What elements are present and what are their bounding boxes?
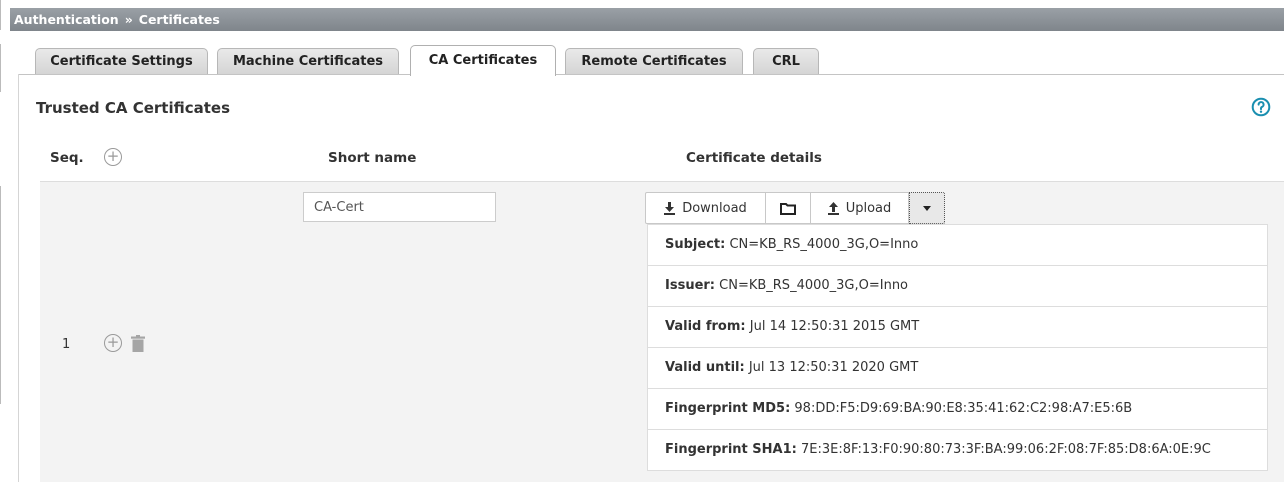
certificate-actions: Download Upload: [645, 192, 945, 224]
detail-fingerprint-sha1: Fingerprint SHA1: 7E:3E:8F:13:F0:90:80:7…: [648, 429, 1267, 470]
caret-down-icon: [923, 205, 931, 211]
detail-value: CN=KB_RS_4000_3G,O=Inno: [719, 278, 909, 293]
detail-valid-until: Valid until: Jul 13 12:50:31 2020 GMT: [648, 347, 1267, 388]
section-title: Trusted CA Certificates: [36, 99, 231, 117]
column-header-short-name: Short name: [328, 150, 417, 166]
detail-valid-from: Valid from: Jul 14 12:50:31 2015 GMT: [648, 306, 1267, 347]
tab-panel-left-border: [18, 74, 19, 482]
insert-row-icon[interactable]: +: [104, 334, 122, 352]
tab-machine-certificates[interactable]: Machine Certificates: [217, 48, 399, 75]
breadcrumb-parent[interactable]: Authentication: [14, 12, 119, 27]
download-icon: [664, 201, 676, 215]
detail-value: CN=KB_RS_4000_3G,O=Inno: [729, 237, 919, 252]
detail-label: Subject:: [665, 237, 726, 252]
breadcrumb: Authentication » Certificates: [10, 8, 1284, 31]
detail-label: Fingerprint SHA1:: [665, 442, 797, 457]
breadcrumb-separator: »: [124, 12, 133, 27]
detail-fingerprint-md5: Fingerprint MD5: 98:DD:F5:D9:69:BA:90:E8…: [648, 388, 1267, 429]
folder-icon: [780, 202, 796, 215]
detail-label: Fingerprint MD5:: [665, 401, 791, 416]
download-button[interactable]: Download: [645, 192, 766, 224]
tab-ca-certificates[interactable]: CA Certificates: [410, 45, 556, 76]
certificate-details-list: Subject: CN=KB_RS_4000_3G,O=Inno Issuer:…: [647, 224, 1268, 471]
tab-certificate-settings[interactable]: Certificate Settings: [35, 48, 208, 75]
upload-icon: [827, 201, 839, 215]
add-row-icon[interactable]: +: [104, 148, 122, 166]
upload-button[interactable]: Upload: [811, 192, 909, 224]
detail-label: Valid from:: [665, 319, 746, 334]
trash-icon[interactable]: [131, 335, 145, 352]
tab-panel-border: [18, 74, 1284, 75]
column-header-certificate-details: Certificate details: [686, 150, 822, 166]
download-label: Download: [682, 200, 747, 216]
detail-label: Valid until:: [665, 360, 745, 375]
detail-value: Jul 14 12:50:31 2015 GMT: [749, 319, 920, 334]
upload-label: Upload: [845, 200, 892, 216]
detail-label: Issuer:: [665, 278, 715, 293]
breadcrumb-current: Certificates: [138, 12, 220, 27]
short-name-input[interactable]: [303, 192, 496, 222]
detail-value: Jul 13 12:50:31 2020 GMT: [748, 360, 919, 375]
column-header-seq: Seq.: [50, 150, 84, 166]
detail-issuer: Issuer: CN=KB_RS_4000_3G,O=Inno: [648, 265, 1267, 306]
browse-file-button[interactable]: [766, 192, 811, 224]
row-seq-number: 1: [62, 337, 71, 352]
detail-subject: Subject: CN=KB_RS_4000_3G,O=Inno: [648, 225, 1267, 265]
detail-value: 7E:3E:8F:13:F0:90:80:73:3F:BA:99:06:2F:0…: [800, 442, 1211, 457]
detail-value: 98:DD:F5:D9:69:BA:90:E8:35:41:62:C2:98:A…: [794, 401, 1133, 416]
tab-remote-certificates[interactable]: Remote Certificates: [565, 48, 743, 75]
tab-crl[interactable]: CRL: [753, 48, 819, 75]
help-icon[interactable]: [1251, 97, 1271, 117]
more-actions-dropdown[interactable]: [909, 192, 945, 224]
